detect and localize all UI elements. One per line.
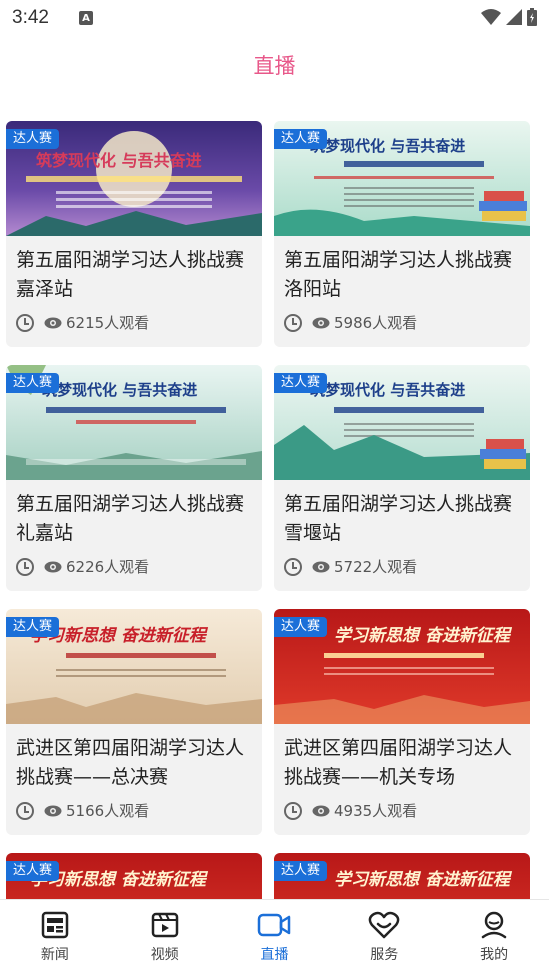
category-badge: 达人赛 (274, 129, 328, 149)
category-badge: 达人赛 (274, 373, 328, 393)
category-badge: 达人赛 (6, 129, 60, 149)
thumbnail-headline: 筑梦现代化 与吾共奋进 (310, 381, 466, 399)
nav-item-video[interactable]: 视频 (110, 900, 220, 976)
category-badge: 达人赛 (6, 861, 60, 881)
card-title[interactable]: 第五届阳湖学习达人挑战赛洛阳站 (274, 236, 530, 302)
thumbnail-headline: 筑梦现代化 与吾共奋进 (36, 151, 202, 170)
clock-icon (16, 313, 34, 332)
nav-item-news[interactable]: 新闻 (0, 900, 110, 976)
card-title[interactable]: 第五届阳湖学习达人挑战赛礼嘉站 (6, 480, 262, 546)
profile-icon (481, 911, 507, 939)
live-thumbnail[interactable]: 筑梦现代化 与吾共奋进 达人赛 (274, 121, 530, 236)
clock-icon (284, 557, 302, 576)
signal-icon (506, 9, 522, 25)
card-meta: 6226人观看 (6, 546, 262, 589)
view-count: 4935人观看 (334, 802, 418, 820)
thumbnail-headline: 学习新思想 奋进新征程 (334, 626, 510, 646)
live-card[interactable]: 筑梦现代化 与吾共奋进 达人赛 第五届阳湖学习达人挑战赛洛阳站 5986人观看 (274, 121, 530, 347)
nav-label: 直播 (260, 947, 289, 963)
eye-icon (312, 805, 330, 816)
live-thumbnail[interactable]: 筑梦现代化 与吾共奋进 达人赛 (274, 365, 530, 480)
eye-icon (44, 561, 62, 572)
live-thumbnail[interactable]: 筑梦现代化 与吾共奋进 达人赛 (6, 365, 262, 480)
status-bar: 3:42 A (0, 0, 549, 36)
live-card[interactable]: 筑梦现代化 与吾共奋进 达人赛 第五届阳湖学习达人挑战赛嘉泽站 6215人观看 (6, 121, 262, 347)
card-title[interactable]: 武进区第四届阳湖学习达人挑战赛——总决赛 (6, 724, 262, 790)
status-icons (481, 8, 537, 26)
thumbnail-headline: 学习新思想 奋进新征程 (334, 870, 510, 890)
wifi-icon (481, 9, 501, 25)
clock-icon (284, 313, 302, 332)
eye-icon (44, 805, 62, 816)
bottom-nav: 新闻 视频 直播 服务 我的 (0, 899, 549, 976)
card-meta: 6215人观看 (6, 302, 262, 345)
eye-icon (312, 317, 330, 328)
nav-item-service[interactable]: 服务 (329, 900, 439, 976)
category-badge: 达人赛 (274, 617, 328, 637)
nav-label: 视频 (150, 947, 179, 963)
battery-icon (527, 8, 537, 26)
live-card[interactable]: 筑梦现代化 与吾共奋进 达人赛 第五届阳湖学习达人挑战赛雪堰站 5722人观看 (274, 365, 530, 591)
card-meta: 5986人观看 (274, 302, 530, 345)
live-thumbnail[interactable]: 筑梦现代化 与吾共奋进 达人赛 (6, 121, 262, 236)
thumbnail-headline: 筑梦现代化 与吾共奋进 (310, 137, 466, 155)
category-badge: 达人赛 (274, 861, 328, 881)
card-meta: 4935人观看 (274, 790, 530, 833)
eye-icon (312, 561, 330, 572)
live-card[interactable]: 学习新思想 奋进新征程 达人赛 武进区第四届阳湖学习达人挑战赛——机关专场 49… (274, 609, 530, 835)
live-icon (258, 913, 291, 937)
category-badge: 达人赛 (6, 373, 60, 393)
video-icon (151, 912, 178, 938)
card-title[interactable]: 第五届阳湖学习达人挑战赛雪堰站 (274, 480, 530, 546)
service-icon (368, 911, 400, 939)
live-card[interactable]: 筑梦现代化 与吾共奋进 达人赛 第五届阳湖学习达人挑战赛礼嘉站 6226人观看 (6, 365, 262, 591)
live-card[interactable]: 学习新思想 奋进新征程 达人赛 武进区第四届阳湖学习达人挑战赛——总决赛 516… (6, 609, 262, 835)
nav-label: 我的 (480, 947, 509, 963)
clock-icon (16, 557, 34, 576)
clock-icon (284, 801, 302, 820)
card-meta: 5166人观看 (6, 790, 262, 833)
card-title[interactable]: 第五届阳湖学习达人挑战赛嘉泽站 (6, 236, 262, 302)
live-thumbnail[interactable]: 学习新思想 奋进新征程 达人赛 (274, 609, 530, 724)
card-meta: 5722人观看 (274, 546, 530, 589)
status-time: 3:42 (12, 7, 49, 28)
thumbnail-headline: 筑梦现代化 与吾共奋进 (42, 381, 198, 399)
card-title[interactable]: 武进区第四届阳湖学习达人挑战赛——机关专场 (274, 724, 530, 790)
nav-label: 服务 (370, 947, 399, 963)
view-count: 5986人观看 (334, 314, 418, 332)
view-count: 6215人观看 (66, 314, 150, 332)
nav-label: 新闻 (40, 947, 69, 963)
page-title: 直播 (253, 54, 296, 78)
view-count: 5722人观看 (334, 558, 418, 576)
view-count: 6226人观看 (66, 558, 150, 576)
news-icon (41, 911, 69, 939)
category-badge: 达人赛 (6, 617, 60, 637)
eye-icon (44, 317, 62, 328)
notification-icon: A (78, 11, 93, 25)
live-thumbnail[interactable]: 学习新思想 奋进新征程 达人赛 (6, 609, 262, 724)
nav-item-live[interactable]: 直播 (220, 900, 330, 976)
nav-item-profile[interactable]: 我的 (439, 900, 549, 976)
clock-icon (16, 801, 34, 820)
view-count: 5166人观看 (66, 802, 150, 820)
